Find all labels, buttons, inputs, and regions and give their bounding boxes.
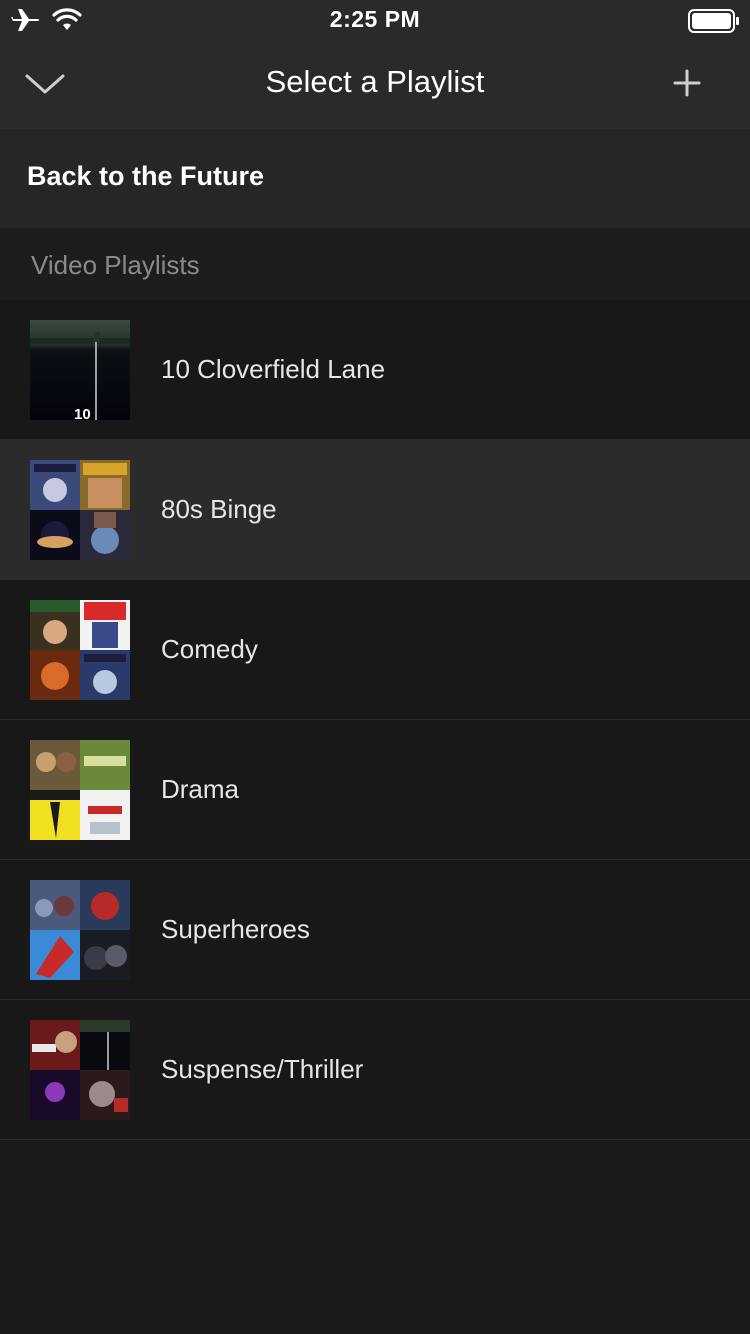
section-header: Video Playlists [0, 228, 750, 300]
playlist-row-10-cloverfield-lane[interactable]: 10 10 Cloverfield Lane [0, 300, 750, 440]
playlist-thumbnail [30, 600, 130, 700]
status-time: 2:25 PM [329, 6, 421, 32]
playlist-thumbnail [30, 740, 130, 840]
playlist-row-80s-binge[interactable]: 80s Binge [0, 440, 750, 580]
empty-area [0, 1140, 750, 1334]
playlist-row-label: 80s Binge [161, 494, 277, 524]
battery-icon [688, 9, 739, 33]
playlist-row-comedy[interactable]: Comedy [0, 580, 750, 720]
playlist-row-label: Drama [161, 774, 240, 804]
playlist-thumbnail [30, 880, 130, 980]
playlist-list: 10 10 Cloverfield Lane 80s Binge Comedy … [0, 300, 750, 1140]
plus-icon[interactable] [672, 68, 702, 98]
playlist-row-label: Superheroes [161, 914, 310, 944]
playlist-row-suspense-thriller[interactable]: Suspense/Thriller [0, 1000, 750, 1140]
playlist-thumbnail [30, 460, 130, 560]
playlist-row-drama[interactable]: Drama [0, 720, 750, 860]
section-header-label: Video Playlists [31, 250, 200, 280]
playlist-row-label: Comedy [161, 634, 258, 664]
nav-bar: Select a Playlist [0, 40, 750, 128]
playlist-row-label: Suspense/Thriller [161, 1054, 364, 1084]
playlist-row-label: 10 Cloverfield Lane [161, 354, 386, 384]
status-bar: 2:25 PM [0, 0, 750, 40]
playlist-row-superheroes[interactable]: Superheroes [0, 860, 750, 1000]
thumb-text: 10 [74, 406, 91, 420]
current-video-title: Back to the Future [27, 161, 265, 191]
page-title: Select a Playlist [265, 64, 485, 99]
playlist-thumbnail [30, 1020, 130, 1120]
current-video-row[interactable]: Back to the Future [0, 128, 750, 229]
playlist-thumbnail: 10 [30, 320, 130, 420]
